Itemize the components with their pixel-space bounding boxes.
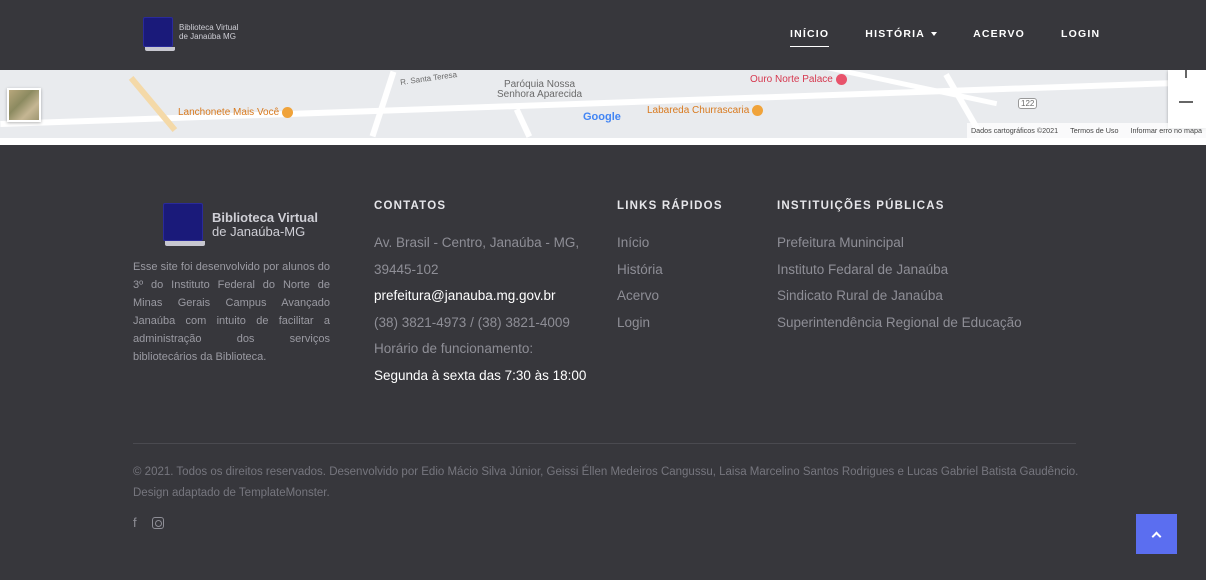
quick-link-login[interactable]: Login — [617, 310, 663, 337]
instagram-icon[interactable] — [151, 517, 164, 529]
google-logo: Google — [583, 111, 621, 123]
quick-link-acervo[interactable]: Acervo — [617, 283, 663, 310]
route-shield: 122 — [1018, 98, 1038, 109]
satellite-toggle[interactable] — [7, 88, 41, 122]
hotel-pin-icon — [835, 74, 847, 85]
nav-acervo[interactable]: ACERVO — [973, 28, 1025, 40]
footer-logo-line2: de Janaúba-MG — [212, 224, 306, 239]
map-road — [369, 70, 397, 138]
food-pin-icon — [752, 105, 764, 116]
footer-logo-line1: Biblioteca Virtual — [212, 210, 318, 225]
quick-links-heading: LINKS RÁPIDOS — [617, 200, 723, 212]
institutions-list: Prefeitura Munincipal Instituto Fedaral … — [777, 230, 1022, 336]
map-street-label: R. Santa Teresa — [399, 70, 458, 87]
logo-line2: de Janaúba MG — [179, 32, 236, 41]
chevron-up-icon — [1151, 531, 1162, 541]
zoom-in-icon[interactable] — [1185, 70, 1187, 78]
quick-links-list: Início História Acervo Login — [617, 230, 663, 336]
contact-email-link[interactable]: prefeitura@janauba.mg.gov.br — [374, 283, 586, 310]
nav-historia[interactable]: HISTÓRIA — [865, 28, 938, 40]
nav-inicio[interactable]: INÍCIO — [790, 28, 830, 47]
contact-phone: (38) 3821-4973 / (38) 3821-4009 — [374, 314, 570, 330]
map-terms-link[interactable]: Termos de Uso — [1070, 126, 1118, 135]
map-attribution: Dados cartográficos ©2021 Termos de Uso … — [966, 123, 1206, 138]
institution-link[interactable]: Prefeitura Munincipal — [777, 230, 1022, 257]
back-to-top-button[interactable] — [1136, 514, 1177, 554]
map-poi-ouro-norte[interactable]: Ouro Norte Palace — [750, 74, 847, 85]
contacts-list: Av. Brasil - Centro, Janaúba - MG, 39445… — [374, 230, 586, 389]
map-label-parish: Paróquia Nossa Senhora Aparecida — [497, 79, 583, 100]
book-icon — [143, 17, 175, 51]
institution-link[interactable]: Superintendência Regional de Educação — [777, 310, 1022, 337]
contact-hours-label: Horário de funcionamento: — [374, 341, 534, 356]
quick-link-historia[interactable]: História — [617, 257, 663, 284]
caret-down-icon — [931, 32, 938, 36]
nav-login[interactable]: LOGIN — [1061, 28, 1100, 40]
contact-address-line2: 39445-102 — [374, 261, 439, 277]
footer-logo[interactable]: Biblioteca Virtual de Janaúba-MG — [163, 203, 318, 246]
footer-divider — [133, 443, 1076, 444]
map-zoom-control[interactable] — [1168, 70, 1206, 128]
map-road — [128, 76, 178, 132]
map-poi-lanchonete[interactable]: Lanchonete Mais Você — [178, 107, 294, 118]
social-links: f — [133, 515, 164, 530]
food-pin-icon — [282, 107, 294, 118]
institution-link[interactable]: Instituto Fedaral de Janaúba — [777, 257, 1022, 284]
contact-hours: Segunda à sexta das 7:30 às 18:00 — [374, 367, 587, 383]
embedded-map[interactable]: R. Santa Teresa Paróquia Nossa Senhora A… — [0, 70, 1206, 138]
quick-link-inicio[interactable]: Início — [617, 230, 663, 257]
footer-about-text: Esse site foi desenvolvido por alunos do… — [133, 261, 330, 363]
map-poi-labareda[interactable]: Labareda Churrascaria — [647, 105, 764, 116]
book-icon — [163, 203, 205, 246]
map-report-link[interactable]: Informar erro no mapa — [1130, 126, 1202, 135]
contact-address-line1: Av. Brasil - Centro, Janaúba - MG, — [374, 235, 580, 250]
contacts-heading: CONTATOS — [374, 200, 447, 212]
logo-line1: Biblioteca Virtual — [179, 23, 239, 32]
map-road — [513, 108, 533, 138]
institution-link[interactable]: Sindicato Rural de Janaúba — [777, 283, 1022, 310]
institutions-heading: INSTITUIÇÕES PÚBLICAS — [777, 200, 945, 212]
main-nav: INÍCIO HISTÓRIA ACERVO LOGIN — [790, 28, 1136, 47]
top-navbar: Biblioteca Virtual de Janaúba MG INÍCIO … — [0, 0, 1206, 70]
zoom-out-icon[interactable] — [1179, 101, 1193, 103]
site-logo[interactable]: Biblioteca Virtual de Janaúba MG — [143, 17, 239, 51]
map-bottom-border — [0, 138, 1206, 145]
copyright-text: © 2021. Todos os direitos reservados. De… — [133, 466, 1079, 499]
facebook-icon[interactable]: f — [133, 515, 137, 530]
